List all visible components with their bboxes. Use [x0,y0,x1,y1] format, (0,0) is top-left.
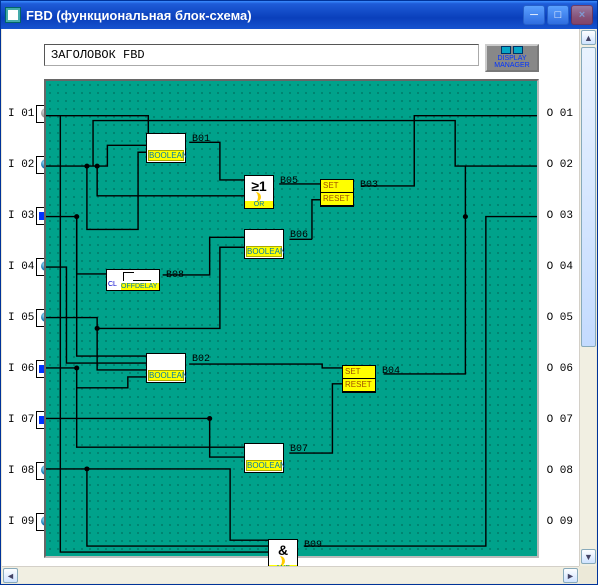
scroll-corner [579,566,596,583]
client-area: ЗАГОЛОВОК FBD DISPLAY MANAGER I 01 I 02 I … [2,29,596,583]
fbd-canvas[interactable]: BOOLEANB01 BOOLEANB02 ≥1ORB05 BOOLEANB06 BOO… [44,79,539,558]
input-label: I 09 [8,516,34,528]
fbd-block-B07[interactable]: BOOLEANB07 [244,443,284,473]
fbd-block-B04[interactable]: SETRESETB04 [342,365,376,393]
output-label: O 03 [547,210,573,222]
input-label: I 02 [8,159,34,171]
output-label: O 04 [547,261,573,273]
scroll-down-button[interactable]: ▼ [581,549,596,564]
close-button: × [571,5,593,25]
scroll-thumb[interactable] [581,47,596,347]
fbd-block-B08[interactable]: OFFDELAYCLB08 [106,269,160,291]
output-label: O 07 [547,414,573,426]
fbd-block-B05[interactable]: ≥1ORB05 [244,175,274,209]
fbd-block-B06[interactable]: BOOLEANB06 [244,229,284,259]
output-label: O 01 [547,108,573,120]
window-title: FBD (функциональная блок-схема) [26,8,523,23]
input-label: I 03 [8,210,34,222]
fbd-block-B02[interactable]: BOOLEANB02 [146,353,186,383]
minimize-button[interactable]: ─ [523,5,545,25]
scroll-left-button[interactable]: ◄ [3,568,18,583]
output-label: O 06 [547,363,573,375]
input-label: I 06 [8,363,34,375]
viewport: ЗАГОЛОВОК FBD DISPLAY MANAGER I 01 I 02 I … [2,29,579,566]
titlebar[interactable]: FBD (функциональная блок-схема) ─ □ × [1,1,597,29]
output-label: O 09 [547,516,573,528]
input-label: I 01 [8,108,34,120]
fbd-block-B01[interactable]: BOOLEANB01 [146,133,186,163]
display-manager-button[interactable]: DISPLAY MANAGER [485,44,539,72]
header-title-field[interactable]: ЗАГОЛОВОК FBD [44,44,479,66]
input-label: I 04 [8,261,34,273]
app-window: FBD (функциональная блок-схема) ─ □ × ЗА… [0,0,598,585]
input-label: I 05 [8,312,34,324]
fbd-block-B03[interactable]: SETRESETB03 [320,179,354,207]
input-label: I 08 [8,465,34,477]
output-label: O 05 [547,312,573,324]
output-label: O 02 [547,159,573,171]
input-label: I 07 [8,414,34,426]
output-label: O 08 [547,465,573,477]
scroll-right-button[interactable]: ► [563,568,578,583]
scroll-up-button[interactable]: ▲ [581,30,596,45]
vertical-scrollbar[interactable]: ▲ ▼ [579,29,596,566]
horizontal-scrollbar[interactable]: ◄ ► [2,566,579,583]
display-manager-label-2: MANAGER [487,62,537,69]
app-icon [5,7,21,23]
display-manager-label-1: DISPLAY [487,55,537,62]
maximize-button[interactable]: □ [547,5,569,25]
